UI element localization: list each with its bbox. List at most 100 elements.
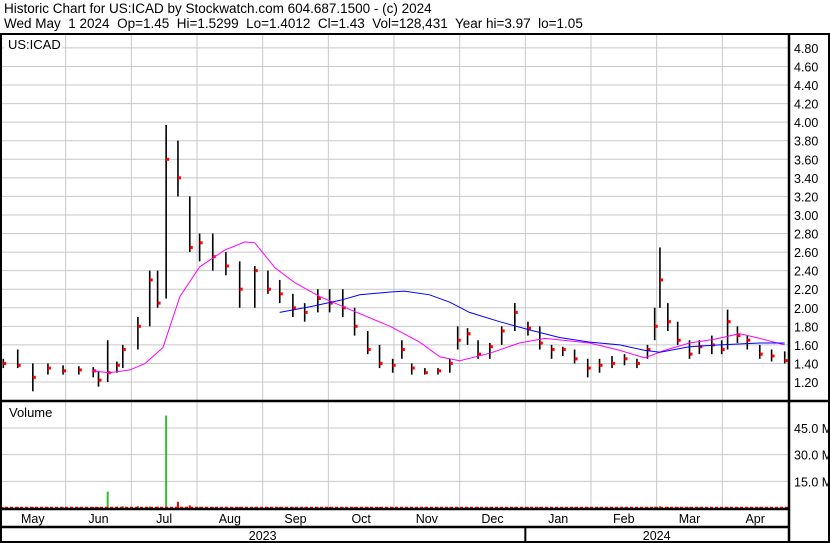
close-tick: [401, 348, 405, 352]
price-tick-label: 4.00: [794, 116, 818, 130]
close-tick: [304, 310, 308, 314]
volume-tick-label: 45.0 M: [794, 422, 830, 436]
price-tick-label: 3.80: [794, 135, 818, 149]
close-tick: [292, 306, 296, 310]
price-tick-label: 2.40: [794, 265, 818, 279]
close-tick: [771, 354, 775, 358]
close-tick: [116, 363, 120, 367]
volume-tick-label: 30.0 M: [794, 449, 830, 463]
close-tick: [47, 366, 51, 370]
price-tick-label: 3.20: [794, 190, 818, 204]
price-tick-label: 4.40: [794, 79, 818, 93]
symbol-label: US:ICAD: [8, 37, 61, 52]
close-tick: [424, 371, 428, 375]
close-tick: [539, 341, 543, 345]
close-tick: [279, 292, 283, 296]
month-label: Mar: [679, 512, 701, 526]
price-tick-label: 4.60: [794, 60, 818, 74]
month-label: Nov: [416, 512, 439, 526]
close-tick: [392, 363, 396, 367]
year-label: 2024: [643, 529, 671, 543]
outer-border: [0, 33, 830, 543]
close-tick: [457, 338, 461, 342]
close-tick: [599, 363, 603, 367]
price-tick-label: 2.00: [794, 302, 818, 316]
close-tick: [199, 241, 203, 245]
close-tick: [667, 320, 671, 324]
close-tick: [624, 357, 628, 361]
price-tick-label: 2.20: [794, 283, 818, 297]
price-tick-label: 1.80: [794, 320, 818, 334]
month-label: Sep: [284, 512, 306, 526]
price-tick-label: 4.20: [794, 98, 818, 112]
close-tick: [317, 296, 321, 300]
close-tick: [239, 287, 243, 291]
stock-chart: Historic Chart for US:ICAD by Stockwatch…: [0, 0, 830, 543]
close-tick: [367, 348, 371, 352]
close-tick: [437, 369, 441, 373]
price-tick-label: 3.00: [794, 209, 818, 223]
close-tick: [612, 361, 616, 365]
close-tick: [449, 361, 453, 365]
close-tick: [17, 363, 21, 367]
close-tick: [727, 320, 731, 324]
month-label: Apr: [745, 512, 764, 526]
close-tick: [654, 324, 658, 328]
chart-frame: [0, 33, 830, 543]
close-tick: [562, 348, 566, 352]
close-tick: [32, 375, 36, 379]
close-tick: [267, 287, 271, 291]
month-label: Oct: [351, 512, 371, 526]
price-tick-label: 3.60: [794, 153, 818, 167]
price-bars: [2, 124, 788, 392]
close-tick: [501, 329, 505, 333]
price-tick-label: 2.80: [794, 228, 818, 242]
volume-label: Volume: [9, 405, 52, 420]
month-label: Jan: [548, 512, 568, 526]
close-tick: [514, 310, 518, 314]
price-tick-label: 1.40: [794, 357, 818, 371]
close-tick: [254, 269, 258, 273]
close-tick: [574, 357, 578, 361]
volume-tick-label: 15.0 M: [794, 475, 830, 489]
close-tick: [659, 278, 663, 282]
price-tick-label: 2.60: [794, 246, 818, 260]
close-tick: [63, 369, 67, 373]
close-tick: [467, 332, 471, 336]
close-tick: [225, 264, 229, 268]
chart-canvas: 1.20 1.40 1.60 1.80 2.00 2.20 2.40 2.60 2.80 3.00…: [0, 33, 830, 543]
year-label: 2023: [249, 529, 277, 543]
close-tick: [379, 361, 383, 365]
close-tick: [149, 278, 153, 282]
month-label: Jul: [156, 512, 172, 526]
close-tick: [122, 348, 126, 352]
month-label: Aug: [219, 512, 241, 526]
close-tick: [489, 345, 493, 349]
close-tick: [636, 361, 640, 365]
close-tick: [137, 324, 141, 328]
close-tick: [721, 348, 725, 352]
price-tick-label: 1.20: [794, 376, 818, 390]
close-tick: [587, 366, 591, 370]
month-label: May: [21, 512, 45, 526]
close-tick: [166, 157, 170, 161]
close-tick: [747, 338, 751, 342]
close-tick: [759, 352, 763, 356]
close-tick: [689, 352, 693, 356]
close-tick: [354, 324, 358, 328]
close-tick: [78, 368, 82, 372]
price-tick-label: 4.80: [794, 42, 818, 56]
close-tick: [411, 366, 415, 370]
close-tick: [189, 245, 193, 249]
close-tick: [98, 378, 102, 382]
close-tick: [784, 359, 788, 363]
volume-bar: [106, 491, 109, 508]
month-label: Dec: [481, 512, 503, 526]
volume-bar: [165, 415, 168, 508]
close-tick: [677, 338, 681, 342]
price-tick-label: 1.60: [794, 339, 818, 353]
gridlines: [0, 34, 788, 508]
moving-average-long-line: [279, 290, 785, 353]
close-tick: [551, 348, 555, 352]
price-tick-label: 3.40: [794, 172, 818, 186]
